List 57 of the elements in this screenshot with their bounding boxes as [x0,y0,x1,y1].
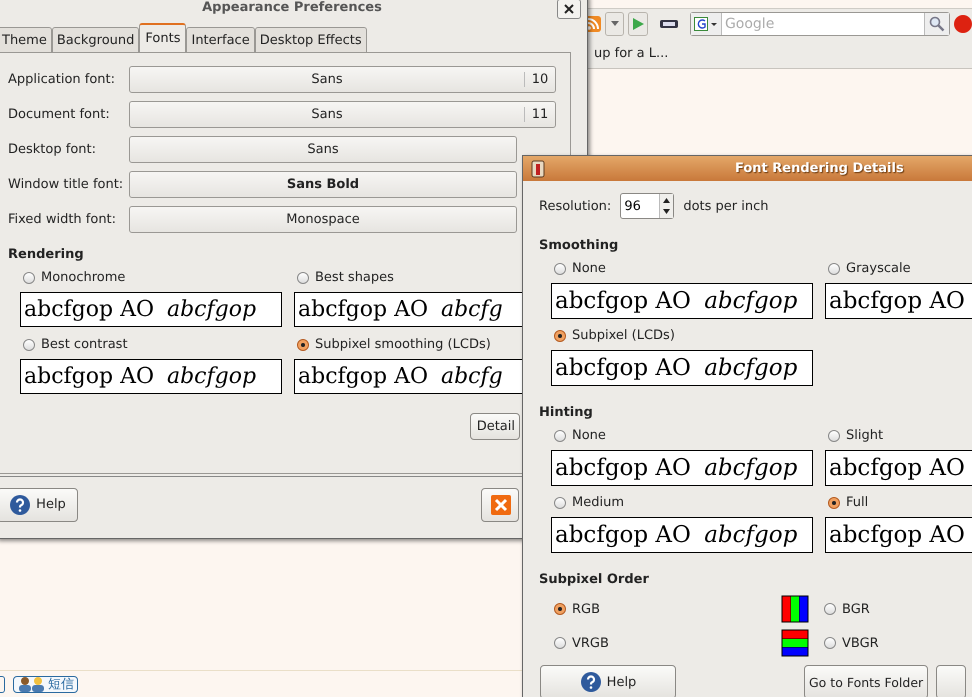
tab[interactable]: Theme [0,27,52,52]
font-picker-button[interactable]: Sans Bold [129,171,517,198]
radio-option[interactable]: Subpixel (LCDs) [551,328,675,343]
radio-option[interactable]: Medium [551,495,624,510]
font-sample: abcfgop AO abcfgop [20,292,282,327]
section-heading: Hinting [539,405,594,420]
section-heading: Smoothing [539,238,620,253]
section-heading: Rendering [8,247,85,262]
window-title: Font Rendering Details [735,161,904,176]
field-label: Window title font: [8,177,124,192]
font-picker-button[interactable]: Sans 11 [129,101,556,128]
font-sample: abcfgop AO abcfgop [551,450,813,486]
resolution-spinner[interactable]: 96 [620,193,674,219]
radio-option[interactable]: Best contrast [20,337,128,352]
radio-option[interactable]: RGB [551,602,600,616]
unit-label: dots per inch [683,198,768,214]
sms-button[interactable]: 短信 [13,676,78,692]
radio-option[interactable]: VRGB [551,636,609,650]
font-picker-button[interactable]: Sans 10 [129,66,556,93]
fonts-folder-button[interactable]: Go to Fonts Folder [804,665,928,697]
radio-option[interactable]: None [551,428,606,443]
radio-option[interactable]: Grayscale [825,261,911,276]
help-button[interactable]: Help [0,488,78,522]
font-sample: abcfgop AO abcfgop [551,517,813,553]
radio-option[interactable]: Full [825,495,868,510]
tab[interactable]: Desktop Effects [254,27,367,52]
radio-option[interactable]: Subpixel smoothing (LCDs) [294,337,491,352]
font-sample: abcfgop AO abcfgop [20,359,282,394]
radio-option[interactable]: VBGR [821,636,879,650]
help-button[interactable]: Help [540,665,676,697]
search-field[interactable]: Google [722,16,924,32]
tab[interactable]: Interface [186,27,255,52]
font-sample: abcfgop AO abcfgop [551,350,813,386]
font-sample: abcfgop AO abcfgop [551,283,813,319]
search-bar[interactable]: Google [690,12,950,36]
field-label: Resolution: [539,198,612,214]
radio-option[interactable]: BGR [821,602,870,616]
field-label: Document font: [8,107,111,122]
field-label: Fixed width font: [8,212,118,227]
tab[interactable]: Fonts [139,23,186,52]
resolution-field[interactable]: 96 [621,198,660,214]
radio-option[interactable]: Slight [825,428,884,443]
bookmark-link[interactable]: up for a L... [594,46,668,60]
tab[interactable]: Background [52,27,140,52]
details-button[interactable]: Detail [470,413,520,440]
font-picker-button[interactable]: Monospace [129,206,517,233]
radio-option[interactable]: Monochrome [20,270,126,285]
radio-option[interactable]: Best shapes [294,270,394,285]
field-label: Application font: [8,72,116,87]
radio-option[interactable]: None [551,261,606,276]
font-sample: abcfgop AO [825,283,972,319]
font-picker-button[interactable]: Sans [129,136,517,163]
field-label: Desktop font: [8,142,97,157]
font-sample: abcfgop AO [825,450,972,486]
section-heading: Subpixel Order [539,572,650,587]
window-title: Appearance Preferences [202,0,382,14]
font-sample: abcfgop AO [825,517,972,553]
